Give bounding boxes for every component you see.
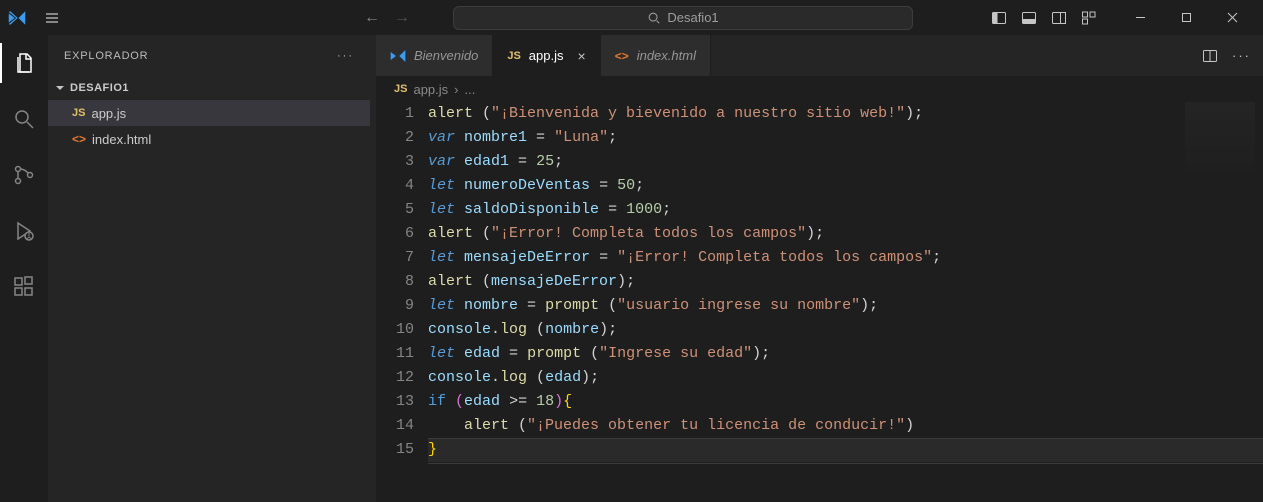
- sidebar-header: EXPLORADOR ···: [48, 35, 370, 76]
- nav-back-icon[interactable]: ←: [364, 9, 380, 27]
- customize-layout-icon[interactable]: [1081, 10, 1097, 26]
- vscode-logo-icon: [8, 7, 30, 29]
- layout-controls: [991, 10, 1097, 26]
- tab-bienvenido[interactable]: Bienvenido: [376, 35, 493, 76]
- nav-forward-icon[interactable]: →: [394, 9, 410, 27]
- tab-label: index.html: [637, 48, 696, 63]
- toggle-primary-sidebar-icon[interactable]: [991, 10, 1007, 26]
- code-line-13[interactable]: if (edad >= 18){: [428, 390, 1263, 414]
- code-line-5[interactable]: let saldoDisponible = 1000;: [428, 198, 1263, 222]
- breadcrumb-file: app.js: [413, 82, 448, 97]
- line-number-gutter: 123456789101112131415: [376, 102, 428, 462]
- file-name: app.js: [91, 106, 126, 121]
- code-line-9[interactable]: let nombre = prompt ("usuario ingrese su…: [428, 294, 1263, 318]
- tab-label: Bienvenido: [414, 48, 478, 63]
- code-line-14[interactable]: alert ("¡Puedes obtener tu licencia de c…: [428, 414, 1263, 438]
- code-line-11[interactable]: let edad = prompt ("Ingrese su edad");: [428, 342, 1263, 366]
- split-editor-icon[interactable]: [1202, 48, 1218, 64]
- tab-label: app.js: [529, 48, 564, 63]
- js-file-icon: JS: [394, 83, 407, 95]
- file-row-app-js[interactable]: JS app.js: [48, 100, 370, 126]
- chevron-down-icon: [54, 82, 66, 94]
- tab-index-html[interactable]: <> index.html: [601, 35, 711, 76]
- code-line-10[interactable]: console.log (nombre);: [428, 318, 1263, 342]
- editor-area: Bienvenido JS app.js × <> index.html ··· JS a…: [376, 35, 1263, 502]
- code-line-6[interactable]: alert ("¡Error! Completa todos los campo…: [428, 222, 1263, 246]
- html-file-icon: <>: [615, 49, 629, 63]
- folder-name: DESAFIO1: [70, 82, 129, 94]
- toggle-secondary-sidebar-icon[interactable]: [1051, 10, 1067, 26]
- code-editor[interactable]: 123456789101112131415 alert ("¡Bienvenid…: [376, 102, 1263, 462]
- titlebar: ← → Desafio1: [0, 0, 1263, 35]
- command-center[interactable]: Desafio1: [453, 6, 913, 30]
- js-file-icon: JS: [507, 50, 520, 62]
- window-close-icon[interactable]: [1209, 0, 1255, 35]
- search-activity-icon[interactable]: [0, 99, 48, 139]
- extensions-icon[interactable]: [0, 267, 48, 307]
- code-line-7[interactable]: let mensajeDeError = "¡Error! Completa t…: [428, 246, 1263, 270]
- minimap[interactable]: [1185, 102, 1255, 182]
- code-line-12[interactable]: console.log (edad);: [428, 366, 1263, 390]
- sidebar-more-icon[interactable]: ···: [337, 50, 354, 62]
- toggle-panel-icon[interactable]: [1021, 10, 1037, 26]
- sidebar-folder-header[interactable]: DESAFIO1: [48, 76, 370, 100]
- breadcrumb[interactable]: JS app.js › ...: [376, 76, 1263, 102]
- nav-history: ← →: [364, 9, 410, 27]
- editor-tabs: Bienvenido JS app.js × <> index.html ···: [376, 35, 1263, 76]
- search-text: Desafio1: [667, 10, 718, 25]
- code-content[interactable]: alert ("¡Bienvenida y bievenido a nuestr…: [428, 102, 1263, 462]
- sidebar-title: EXPLORADOR: [64, 50, 148, 62]
- tab-close-icon[interactable]: ×: [578, 48, 586, 64]
- source-control-icon[interactable]: [0, 155, 48, 195]
- code-line-1[interactable]: alert ("¡Bienvenida y bievenido a nuestr…: [428, 102, 1263, 126]
- file-name: index.html: [92, 132, 151, 147]
- activity-bar: [0, 35, 48, 502]
- breadcrumb-suffix: ...: [465, 82, 476, 97]
- html-file-icon: <>: [72, 132, 86, 146]
- code-line-2[interactable]: var nombre1 = "Luna";: [428, 126, 1263, 150]
- run-debug-icon[interactable]: [0, 211, 48, 251]
- tab-app-js[interactable]: JS app.js ×: [493, 35, 600, 76]
- window-minimize-icon[interactable]: [1117, 0, 1163, 35]
- code-line-8[interactable]: alert (mensajeDeError);: [428, 270, 1263, 294]
- code-line-15[interactable]: }: [428, 438, 1263, 462]
- explorer-icon[interactable]: [0, 43, 48, 83]
- code-line-3[interactable]: var edad1 = 25;: [428, 150, 1263, 174]
- editor-more-icon[interactable]: ···: [1232, 48, 1251, 63]
- sidebar-explorer: EXPLORADOR ··· DESAFIO1 JS app.js <> index.…: [48, 35, 370, 502]
- search-icon: [647, 11, 661, 25]
- js-file-icon: JS: [72, 107, 85, 119]
- window-maximize-icon[interactable]: [1163, 0, 1209, 35]
- menu-button[interactable]: [38, 0, 66, 35]
- breadcrumb-separator: ›: [454, 82, 458, 97]
- file-row-index-html[interactable]: <> index.html: [48, 126, 370, 152]
- vscode-icon: [390, 48, 406, 64]
- code-line-4[interactable]: let numeroDeVentas = 50;: [428, 174, 1263, 198]
